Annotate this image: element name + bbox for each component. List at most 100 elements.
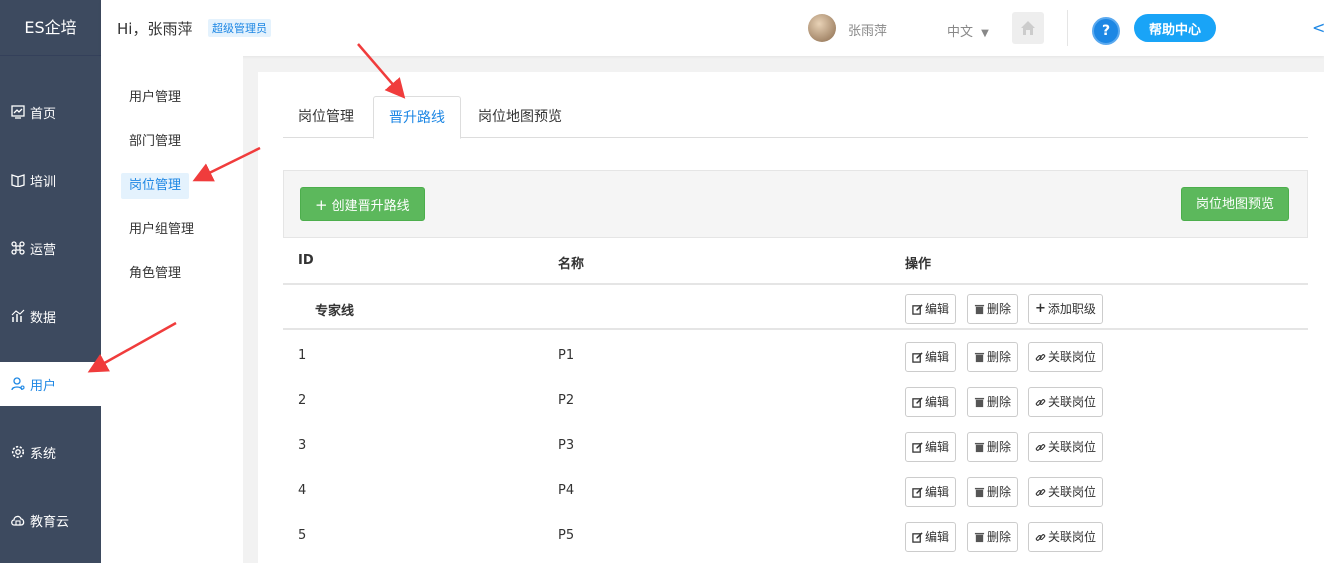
delete-button[interactable]: 删除 <box>967 522 1019 552</box>
edit-icon <box>912 351 923 363</box>
user-icon <box>10 376 26 392</box>
nav-item-training[interactable]: 培训 <box>0 158 101 202</box>
row-id: 5 <box>298 528 307 543</box>
nav-label: 教育云 <box>30 514 70 530</box>
cloud-icon <box>10 512 26 528</box>
user-submenu: 用户管理 部门管理 岗位管理 用户组管理 角色管理 <box>101 56 243 563</box>
plus-icon: + <box>315 196 328 214</box>
create-path-label: 创建晋升路线 <box>331 199 410 214</box>
row-name: P2 <box>558 393 575 408</box>
link-position-label: 关联岗位 <box>1048 485 1097 499</box>
link-icon <box>1035 533 1046 541</box>
link-position-button[interactable]: 关联岗位 <box>1028 522 1104 552</box>
submenu-item-department-management[interactable]: 部门管理 <box>121 129 189 155</box>
nav-label: 运营 <box>30 242 57 258</box>
tab-promotion-path[interactable]: 晋升路线 <box>373 96 461 139</box>
delete-button[interactable]: 删除 <box>967 432 1019 462</box>
table-row: 5 P5 编辑 删除 关联岗位 <box>283 513 1308 558</box>
username[interactable]: 张雨萍 <box>848 20 887 39</box>
home-icon <box>1021 21 1035 35</box>
table-row: 1 P1 编辑 删除 关联岗位 <box>283 333 1308 378</box>
table-row: 2 P2 编辑 删除 关联岗位 <box>283 378 1308 423</box>
nav-label: 用户 <box>30 378 57 394</box>
edit-label: 编辑 <box>925 440 950 454</box>
delete-button[interactable]: 删除 <box>967 387 1019 417</box>
trash-icon <box>974 442 985 452</box>
link-position-button[interactable]: 关联岗位 <box>1028 387 1104 417</box>
tab-bar: 岗位管理 晋升路线 岗位地图预览 <box>283 96 1308 139</box>
link-position-label: 关联岗位 <box>1048 395 1097 409</box>
top-header: Hi，张雨萍 超级管理员 张雨萍 中文 ▼ ? 帮助中心 < <box>101 0 1324 56</box>
main-panel: 岗位管理 晋升路线 岗位地图预览 + 创建晋升路线 岗位地图预览 ID 名称 操作… <box>258 72 1324 563</box>
table-header: ID 名称 操作 <box>283 238 1308 285</box>
delete-button[interactable]: 删除 <box>967 477 1019 507</box>
delete-label: 删除 <box>987 440 1012 454</box>
command-icon <box>10 240 26 256</box>
edit-label: 编辑 <box>925 350 950 364</box>
trash-icon <box>974 352 985 362</box>
row-id: 2 <box>298 393 307 408</box>
delete-button[interactable]: 删除 <box>967 342 1019 372</box>
edit-button[interactable]: 编辑 <box>905 387 957 417</box>
edit-button[interactable]: 编辑 <box>905 477 957 507</box>
delete-button[interactable]: 删除 <box>967 294 1019 324</box>
delete-label: 删除 <box>987 530 1012 544</box>
chevron-left-icon[interactable]: < <box>1312 18 1324 37</box>
delete-label: 删除 <box>987 395 1012 409</box>
help-center-button[interactable]: 帮助中心 <box>1134 14 1216 42</box>
trash-icon <box>974 304 985 314</box>
brand-logo[interactable]: ES企培 <box>0 0 101 56</box>
nav-item-edu-cloud[interactable]: 教育云 <box>0 498 101 542</box>
link-icon <box>1035 488 1046 496</box>
row-name: P1 <box>558 348 575 363</box>
edit-label: 编辑 <box>925 395 950 409</box>
edit-icon <box>912 486 923 498</box>
trash-icon <box>974 487 985 497</box>
add-level-button[interactable]: + 添加职级 <box>1028 294 1103 324</box>
edit-button[interactable]: 编辑 <box>905 432 957 462</box>
language-label: 中文 <box>947 25 974 40</box>
edit-button[interactable]: 编辑 <box>905 342 957 372</box>
plus-icon: + <box>1035 301 1046 316</box>
home-button[interactable] <box>1012 12 1044 44</box>
submenu-item-role-management[interactable]: 角色管理 <box>121 261 189 287</box>
language-select[interactable]: 中文 ▼ <box>947 21 989 40</box>
link-icon <box>1035 398 1046 406</box>
edit-label: 编辑 <box>925 302 950 316</box>
edit-button[interactable]: 编辑 <box>905 522 957 552</box>
question-icon[interactable]: ? <box>1092 17 1120 45</box>
link-position-button[interactable]: 关联岗位 <box>1028 342 1104 372</box>
sidebar: ES企培 首页 培训 运营 数据 用户 系统 教育云 <box>0 0 101 563</box>
edit-icon <box>912 303 923 315</box>
row-id: 3 <box>298 438 307 453</box>
nav-item-data[interactable]: 数据 <box>0 294 101 338</box>
stats-icon <box>10 308 26 324</box>
link-position-button[interactable]: 关联岗位 <box>1028 477 1104 507</box>
nav-item-system[interactable]: 系统 <box>0 430 101 474</box>
nav-item-operations[interactable]: 运营 <box>0 226 101 270</box>
role-badge: 超级管理员 <box>208 19 271 37</box>
edit-button[interactable]: 编辑 <box>905 294 957 324</box>
row-name: P4 <box>558 483 575 498</box>
nav-label: 数据 <box>30 310 57 326</box>
submenu-item-user-group-management[interactable]: 用户组管理 <box>121 217 202 243</box>
link-position-button[interactable]: 关联岗位 <box>1028 432 1104 462</box>
nav-item-home[interactable]: 首页 <box>0 90 101 134</box>
avatar[interactable] <box>808 14 836 42</box>
tab-position-management[interactable]: 岗位管理 <box>283 96 369 138</box>
link-position-label: 关联岗位 <box>1048 530 1097 544</box>
create-path-button[interactable]: + 创建晋升路线 <box>300 187 425 221</box>
submenu-item-position-management[interactable]: 岗位管理 <box>121 173 190 199</box>
tab-position-map-preview[interactable]: 岗位地图预览 <box>463 96 577 138</box>
add-level-label: 添加职级 <box>1047 302 1096 316</box>
position-map-preview-button[interactable]: 岗位地图预览 <box>1181 187 1290 221</box>
edit-icon <box>912 531 923 543</box>
link-icon <box>1035 353 1046 361</box>
nav-label: 系统 <box>30 446 57 462</box>
row-name: P5 <box>558 528 575 543</box>
nav-item-user[interactable]: 用户 <box>0 362 101 406</box>
gear-icon <box>10 444 26 460</box>
header-actions: 操作 <box>905 257 932 272</box>
submenu-item-user-management[interactable]: 用户管理 <box>121 85 189 111</box>
row-id: 1 <box>298 348 307 363</box>
